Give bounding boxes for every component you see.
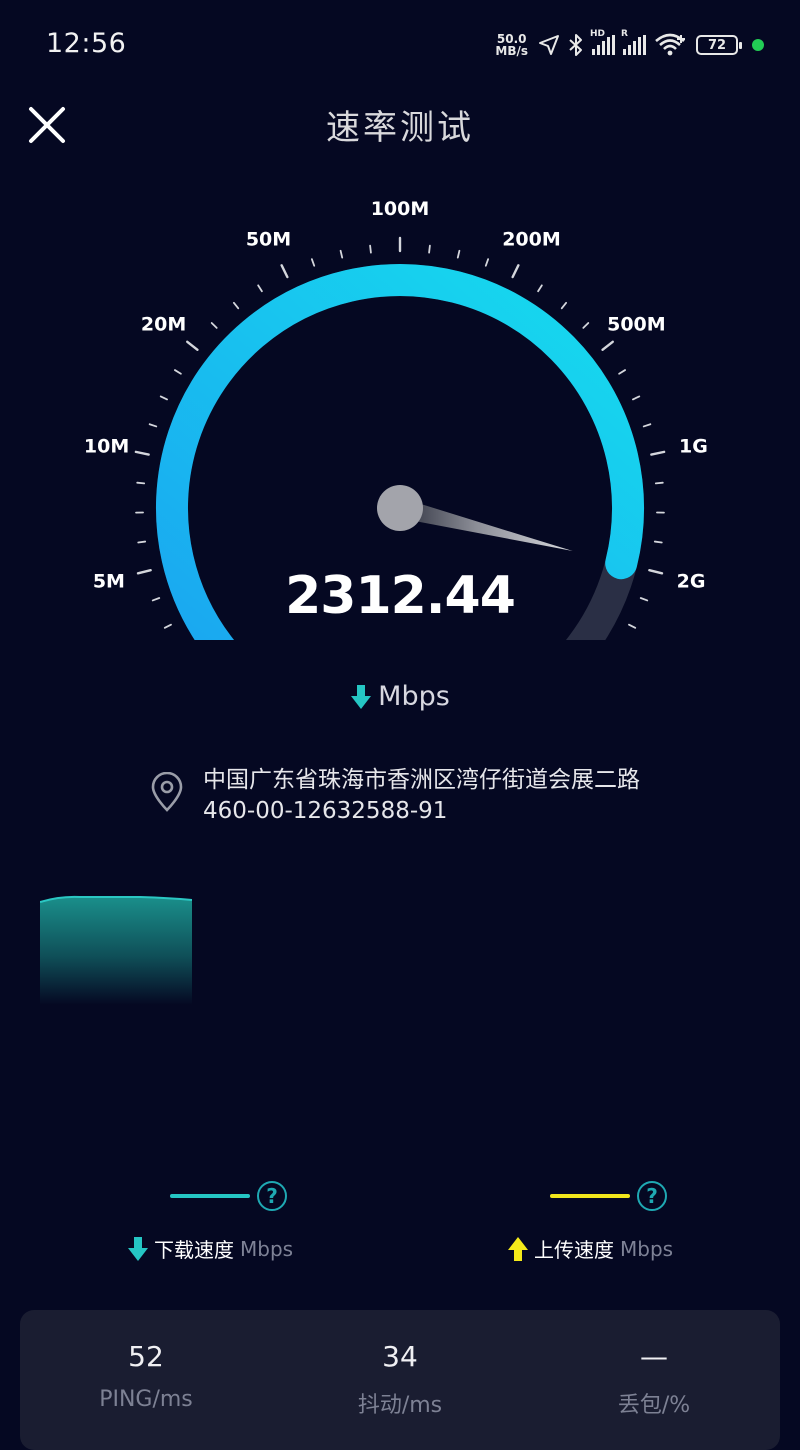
gauge-major-tick [603, 342, 613, 350]
download-help-icon[interactable]: ? [257, 1181, 287, 1211]
gauge-major-tick [282, 265, 288, 277]
battery-level: 72 [708, 38, 726, 53]
gauge-needle-hub [377, 485, 423, 531]
status-icons: 50.0 MB/s HD R 72 [495, 28, 764, 62]
gauge-minor-tick [150, 424, 157, 426]
gauge-minor-tick [212, 323, 217, 328]
signal-icon: HD [592, 35, 615, 55]
cell-id: 460-00-12632588-91 [203, 798, 447, 824]
page-title: 速率测试 [0, 100, 800, 149]
ping-stat: 52 PING/ms [46, 1340, 246, 1412]
signal-icon-2: R [623, 35, 646, 55]
gauge-minor-tick [138, 542, 145, 543]
gauge-scale-label: 50M [246, 228, 291, 250]
gauge-minor-tick [341, 251, 343, 258]
gauge-minor-tick [538, 285, 542, 291]
gauge-scale-label: 20M [141, 313, 186, 335]
signal-r-tag: R [621, 29, 628, 39]
download-legend-line [170, 1194, 250, 1198]
charging-dot [752, 39, 764, 51]
upload-unit: Mbps [620, 1237, 673, 1261]
gauge-minor-tick [633, 396, 639, 399]
packet-loss-value: — [554, 1340, 754, 1373]
gauge-minor-tick [429, 246, 430, 253]
bluetooth-icon [568, 33, 584, 57]
battery-icon: 72 [696, 35, 738, 55]
jitter-value: 34 [300, 1340, 500, 1373]
gauge-scale-label: 500M [607, 313, 666, 335]
jitter-label: 抖动/ms [300, 1387, 500, 1419]
upload-legend-line [550, 1194, 630, 1198]
gauge-major-tick [136, 452, 149, 455]
location-address: 中国广东省珠海市香洲区湾仔街道会展二路 [203, 760, 640, 794]
download-label: 下载速度 [154, 1234, 234, 1263]
gauge-scale-label: 1G [679, 436, 708, 458]
speed-unit: Mbps [378, 681, 450, 712]
stats-panel: 52 PING/ms 34 抖动/ms — 丢包/% [20, 1310, 780, 1450]
arrow-up-icon [508, 1236, 528, 1262]
gauge-minor-tick [644, 424, 651, 426]
gauge-major-tick [651, 452, 664, 455]
gauge-minor-tick [562, 303, 566, 308]
arrow-down-icon [128, 1236, 148, 1262]
download-speed-graph [40, 890, 192, 1005]
gauge-minor-tick [656, 483, 663, 484]
gauge-minor-tick [161, 396, 167, 399]
gauge-minor-tick [312, 259, 314, 266]
gauge-minor-tick [655, 542, 662, 543]
speed-value: 2312.44 [0, 566, 800, 626]
gauge-minor-tick [583, 323, 588, 328]
upload-legend: 上传速度 Mbps [508, 1234, 673, 1263]
signal-hd-tag: HD [590, 29, 605, 39]
arrow-down-icon [350, 684, 372, 710]
gauge-minor-tick [458, 251, 460, 258]
gauge-major-tick [513, 265, 519, 277]
download-legend: 下载速度 Mbps [128, 1234, 293, 1263]
gauge-scale-label: 200M [502, 228, 561, 250]
gauge-minor-tick [175, 370, 181, 374]
wifi-icon [654, 32, 688, 58]
gauge-minor-tick [137, 483, 144, 484]
gauge-scale-label: 100M [371, 198, 430, 220]
upload-help-icon[interactable]: ? [637, 1181, 667, 1211]
jitter-stat: 34 抖动/ms [300, 1340, 500, 1419]
gauge-minor-tick [486, 259, 488, 266]
unit-row: Mbps [0, 681, 800, 712]
ping-label: PING/ms [46, 1387, 246, 1412]
gauge-minor-tick [258, 285, 262, 291]
location-pin-icon [150, 772, 184, 812]
network-speed-unit: MB/s [495, 45, 528, 57]
gauge-minor-tick [619, 370, 625, 374]
location-arrow-icon [538, 34, 560, 56]
network-speed: 50.0 MB/s [495, 33, 528, 57]
status-time: 12:56 [46, 28, 126, 59]
gauge-minor-tick [234, 303, 238, 308]
gauge-minor-tick [370, 246, 371, 253]
packet-loss-label: 丢包/% [554, 1387, 754, 1419]
upload-label: 上传速度 [534, 1234, 614, 1263]
packet-loss-stat: — 丢包/% [554, 1340, 754, 1419]
gauge-scale-label: 10M [84, 436, 129, 458]
download-unit: Mbps [240, 1237, 293, 1261]
ping-value: 52 [46, 1340, 246, 1373]
gauge-major-tick [187, 342, 197, 350]
gauge-needle [398, 498, 573, 551]
